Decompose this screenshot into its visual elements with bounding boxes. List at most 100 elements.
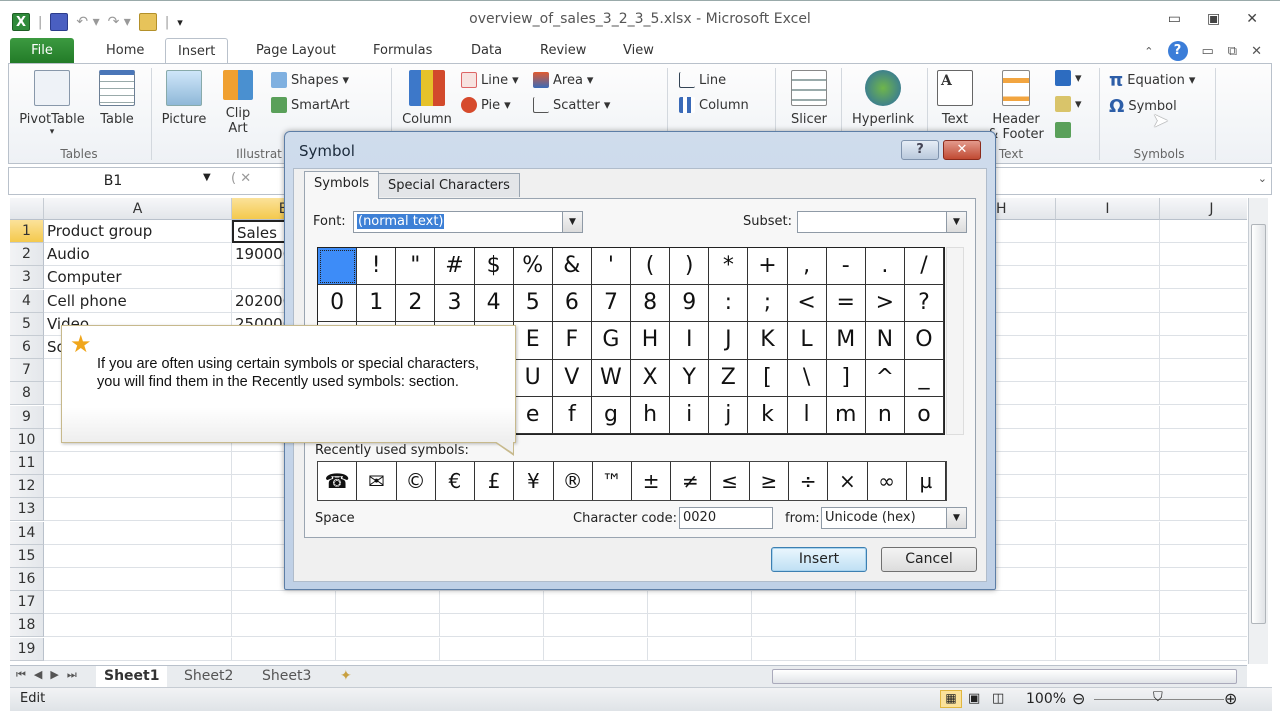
symbol-cell[interactable]: ] — [826, 359, 866, 397]
row-header[interactable]: 4 — [10, 289, 44, 313]
symbol-cell[interactable]: < — [787, 285, 827, 323]
recent-symbol-cell[interactable]: ≤ — [711, 462, 750, 500]
cell[interactable] — [1160, 614, 1247, 638]
recent-symbol-cell[interactable]: ✉ — [357, 462, 397, 500]
cell[interactable]: Computer — [44, 266, 232, 290]
tab-insert[interactable]: Insert — [165, 38, 229, 65]
row-header[interactable]: 18 — [10, 614, 44, 638]
sheet-tab-sheet2[interactable]: Sheet2 — [176, 666, 241, 687]
column-header[interactable]: A — [44, 198, 232, 220]
symbol-cell[interactable]: + — [748, 248, 788, 286]
row-header[interactable]: 16 — [10, 568, 44, 591]
table-button[interactable]: Table — [95, 70, 139, 127]
cell[interactable] — [1160, 452, 1247, 475]
row-header[interactable]: 10 — [10, 428, 44, 452]
symbol-cell[interactable]: ( — [631, 248, 671, 286]
symbol-cell[interactable]: / — [904, 248, 944, 286]
cell[interactable] — [1056, 637, 1160, 661]
hyperlink-button[interactable]: Hyperlink — [847, 70, 919, 127]
vertical-scrollbar[interactable] — [1248, 198, 1268, 664]
symbol-cell[interactable]: - — [826, 248, 866, 286]
cell[interactable] — [752, 637, 856, 661]
symbol-cell[interactable]: 4 — [474, 285, 514, 323]
chevron-down-icon[interactable]: ▼ — [946, 508, 966, 528]
tab-special-characters[interactable]: Special Characters — [378, 173, 520, 197]
recent-symbol-cell[interactable]: ¥ — [514, 462, 554, 500]
recent-symbol-cell[interactable]: ≥ — [750, 462, 789, 500]
tab-formulas[interactable]: Formulas — [361, 38, 444, 64]
row-header[interactable]: 9 — [10, 405, 44, 429]
symbol-cell[interactable]: O — [904, 322, 944, 360]
row-header[interactable]: 19 — [10, 637, 44, 661]
help-icon[interactable]: ? — [1167, 41, 1188, 61]
row-header[interactable]: 7 — [10, 359, 44, 383]
cell[interactable] — [856, 637, 1056, 661]
tab-data[interactable]: Data — [459, 38, 514, 64]
symbol-cell[interactable]: $ — [474, 248, 514, 286]
symbol-cell[interactable]: G — [591, 322, 631, 360]
cell[interactable]: Product group — [44, 220, 232, 243]
signature-line-button[interactable]: ▾ — [1055, 96, 1082, 112]
recent-symbol-cell[interactable]: × — [828, 462, 868, 500]
cell[interactable] — [440, 637, 544, 661]
font-select[interactable]: (normal text) ▼ — [353, 211, 583, 233]
cell[interactable] — [752, 614, 856, 638]
symbol-cell[interactable]: % — [513, 248, 553, 286]
symbol-cell[interactable]: W — [591, 359, 631, 397]
page-break-view-icon[interactable]: ◫ — [992, 691, 1004, 706]
symbol-cell[interactable]: X — [631, 359, 671, 397]
symbol-cell[interactable]: F — [552, 322, 592, 360]
cell[interactable] — [1160, 406, 1247, 429]
cell[interactable] — [44, 544, 232, 568]
name-box[interactable]: B1 — [9, 168, 217, 194]
cell[interactable] — [1056, 521, 1160, 545]
cell[interactable]: Audio — [44, 243, 232, 267]
symbol-cell[interactable] — [318, 248, 358, 286]
cell[interactable] — [544, 614, 648, 638]
cell[interactable] — [440, 591, 544, 615]
sparkline-column-button[interactable]: Column — [679, 97, 749, 113]
cell[interactable] — [232, 591, 336, 615]
cell[interactable] — [1056, 336, 1160, 359]
recent-symbol-cell[interactable]: ☎ — [318, 462, 358, 500]
cell[interactable] — [1160, 336, 1247, 359]
dialog-close-button[interactable]: ✕ — [943, 140, 981, 160]
cell[interactable] — [1056, 568, 1160, 591]
cell[interactable] — [1160, 220, 1247, 243]
row-header[interactable]: 5 — [10, 312, 44, 336]
slicer-button[interactable]: Slicer — [785, 70, 833, 127]
cell[interactable] — [544, 637, 648, 661]
picture-button[interactable]: Picture — [159, 70, 209, 127]
zoom-level[interactable]: 100% — [1026, 691, 1066, 707]
tab-home[interactable]: Home — [94, 38, 156, 64]
symbol-cell[interactable]: k — [748, 396, 788, 434]
symbol-cell[interactable]: J — [709, 322, 749, 360]
cell[interactable] — [1056, 614, 1160, 638]
symbol-cell[interactable]: g — [591, 396, 631, 434]
symbol-cell[interactable]: j — [709, 396, 749, 434]
symbol-cell[interactable]: , — [787, 248, 827, 286]
symbol-cell[interactable]: _ — [904, 359, 944, 397]
symbol-cell[interactable]: " — [396, 248, 436, 286]
symbol-cell[interactable]: ) — [670, 248, 710, 286]
pivottable-button[interactable]: PivotTable ▾ — [17, 70, 87, 137]
cell[interactable] — [1160, 429, 1247, 452]
smartart-button[interactable]: SmartArt — [271, 97, 350, 113]
symbol-cell[interactable]: = — [826, 285, 866, 323]
cell[interactable] — [440, 614, 544, 638]
symbol-cell[interactable]: U — [513, 359, 553, 397]
symbol-cell[interactable]: I — [670, 322, 710, 360]
pie-chart-button[interactable]: Pie ▾ — [461, 97, 511, 113]
symbol-cell[interactable]: M — [826, 322, 866, 360]
cell[interactable] — [1056, 243, 1160, 267]
cell[interactable] — [1056, 266, 1160, 290]
restore-icon[interactable]: ▣ — [1207, 11, 1220, 27]
cell[interactable] — [648, 591, 752, 615]
shapes-button[interactable]: Shapes ▾ — [271, 72, 349, 88]
symbol-cell[interactable]: i — [670, 396, 710, 434]
recent-symbol-cell[interactable]: ∞ — [868, 462, 907, 500]
recent-symbols-grid[interactable]: ☎ ✉ © € £ ¥ ® ™ ± ≠ ≤ ≥ ÷ × ∞ µ — [317, 461, 947, 501]
cancel-button[interactable]: Cancel — [881, 547, 977, 572]
symbol-cell[interactable]: ; — [748, 285, 788, 323]
cell[interactable] — [44, 475, 232, 499]
